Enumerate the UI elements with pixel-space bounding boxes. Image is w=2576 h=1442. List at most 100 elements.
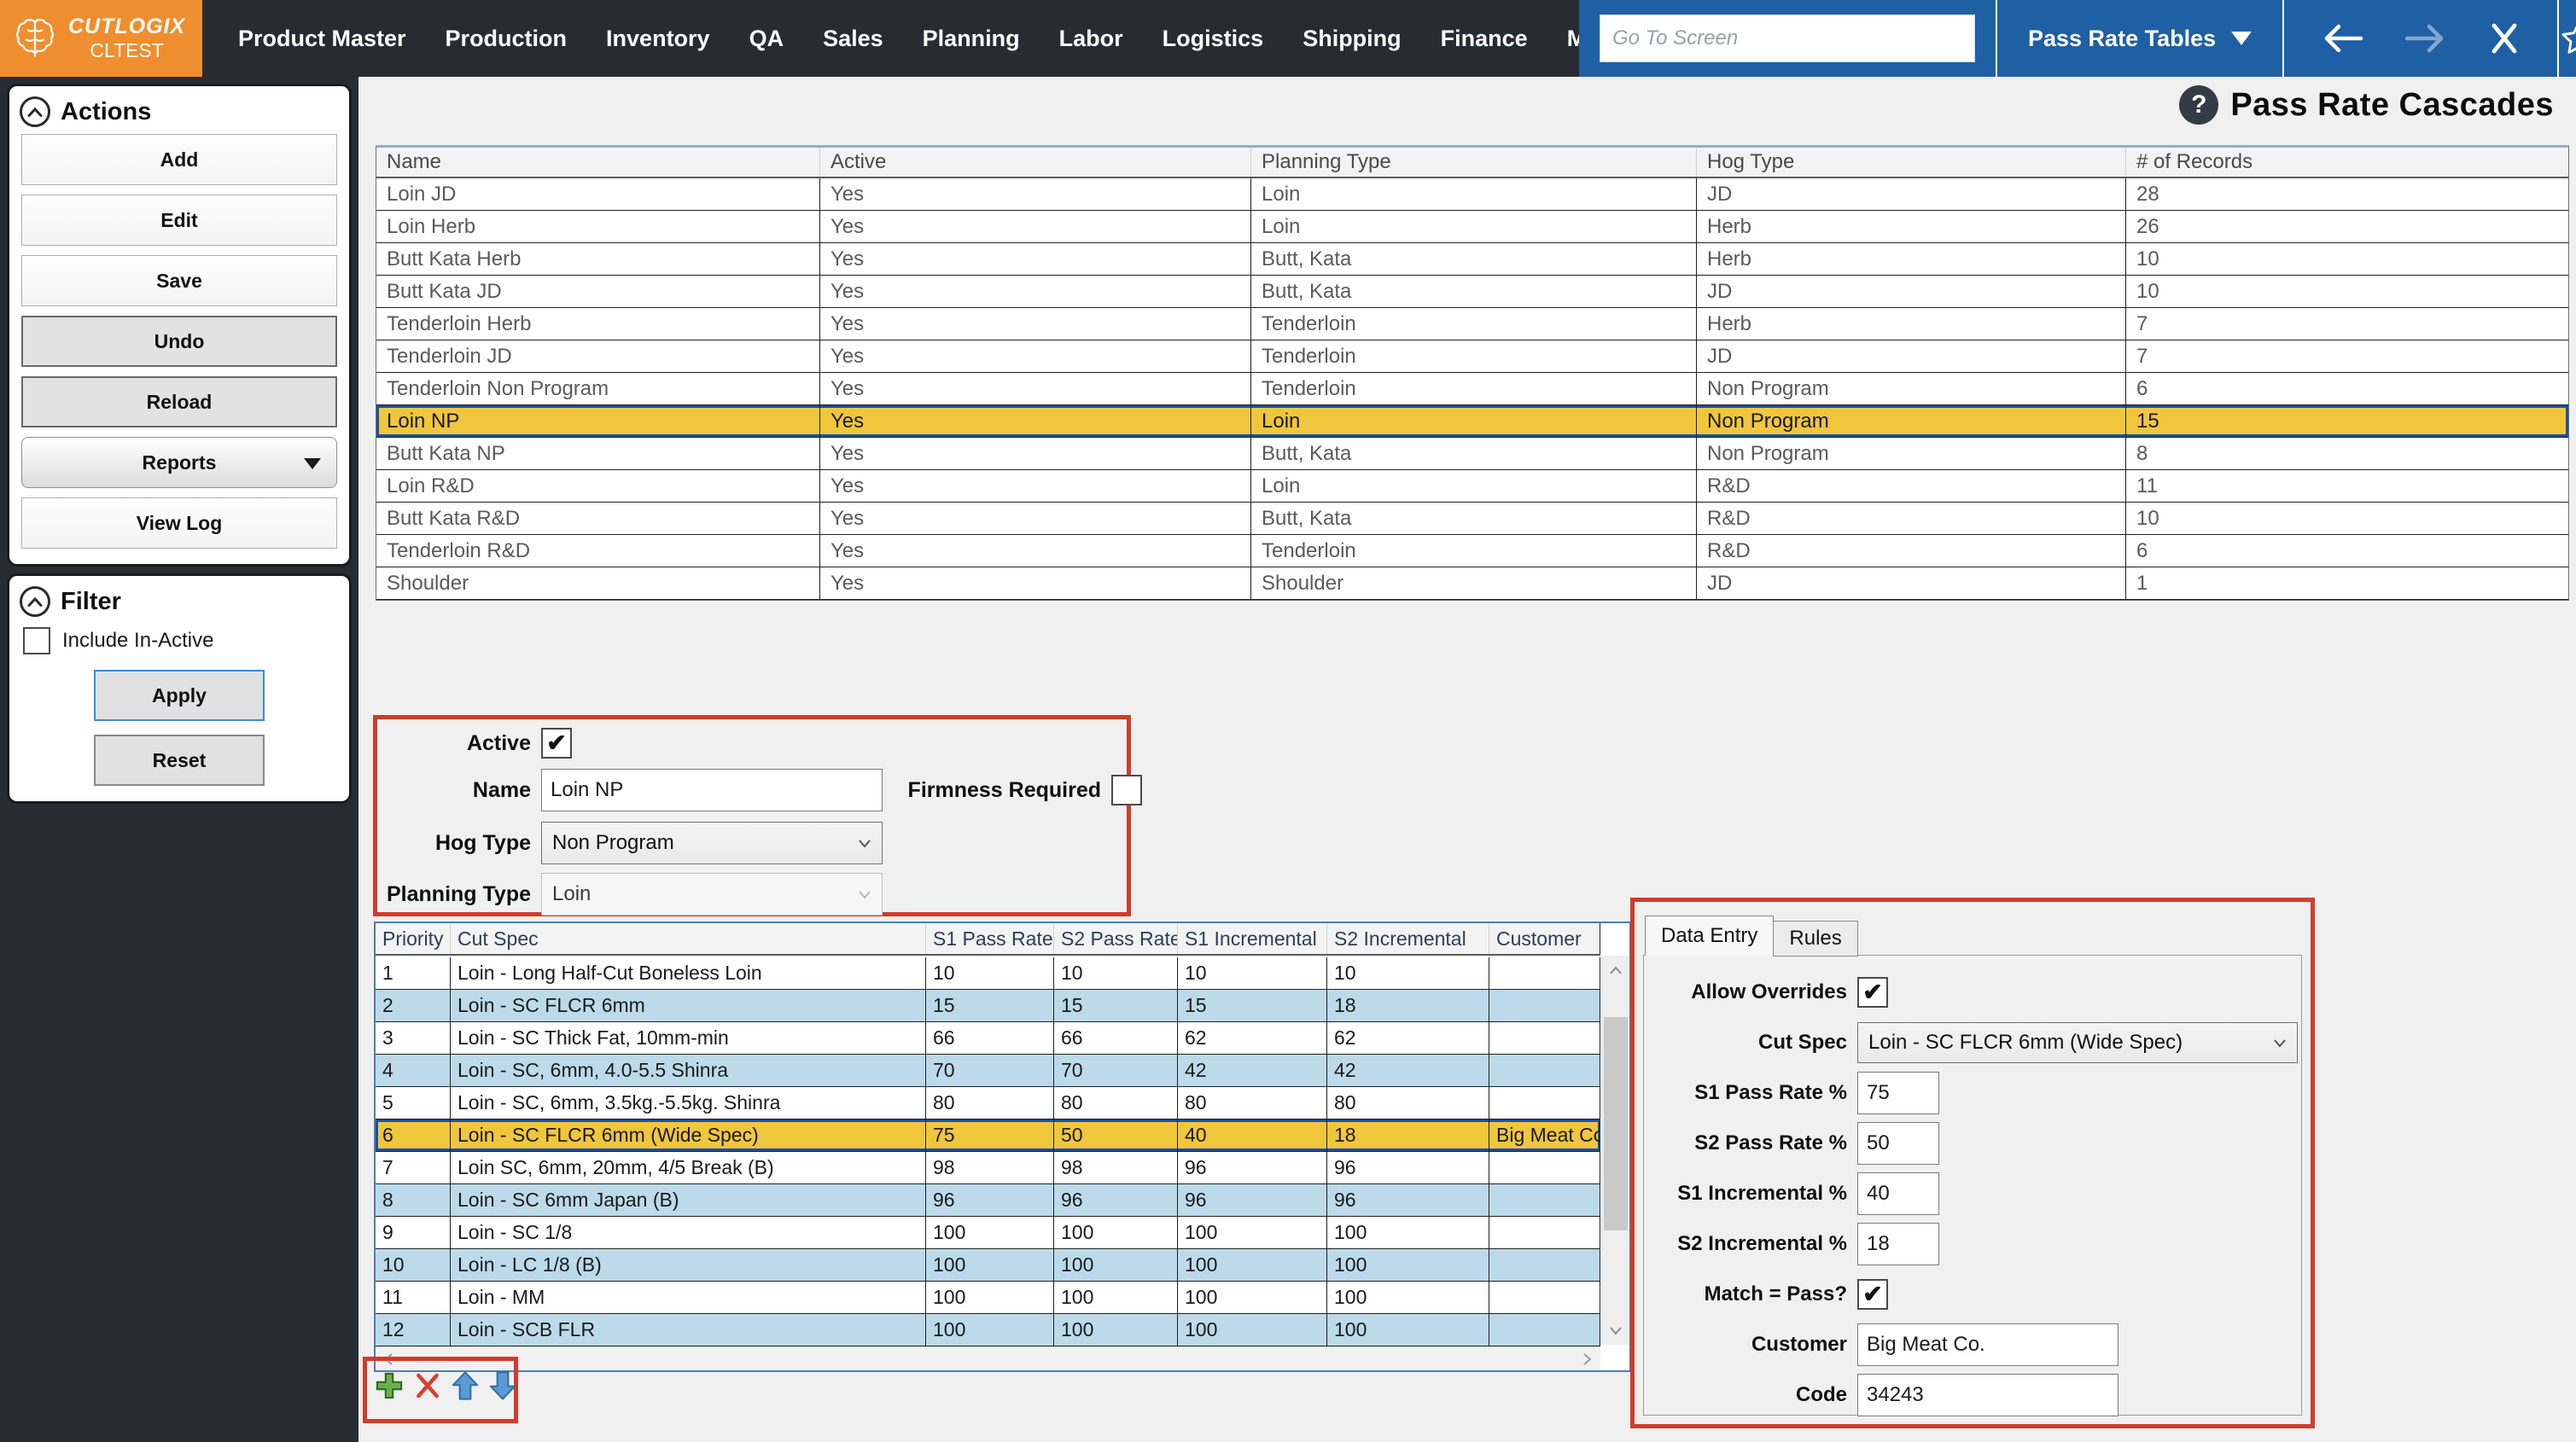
table-row[interactable]: Loin JD Yes Loin JD 28 [376,178,2568,211]
favorite-star-icon[interactable] [2559,19,2576,58]
delete-row-icon[interactable] [413,1371,442,1400]
back-arrow-icon[interactable] [2320,20,2364,56]
collapse-chevron-icon[interactable] [20,96,50,127]
undo-button[interactable]: Undo [21,316,337,367]
include-inactive-checkbox[interactable] [23,627,50,654]
reset-button[interactable]: Reset [94,735,265,786]
table-row[interactable]: 11 Loin - MM 100 100 100 100 [376,1282,1600,1314]
column-header[interactable]: S1 Pass Rate [926,923,1054,954]
table-cell: 7 [376,1152,451,1183]
tab-data-entry[interactable]: Data Entry [1645,916,1775,956]
reports-dropdown-button[interactable]: Reports [21,437,337,488]
menu-item[interactable]: Inventory [606,26,710,52]
name-row: Name Firmness Required [377,769,1142,811]
cut-spec-select[interactable]: Loin - SC FLCR 6mm (Wide Spec) [1857,1022,2298,1063]
column-header[interactable]: Hog Type [1697,148,2126,177]
s1-incremental-field[interactable] [1857,1172,1939,1215]
scrollbar-thumb[interactable] [1604,1017,1628,1230]
menu-item[interactable]: QA [749,26,784,52]
table-row[interactable]: Loin NP Yes Loin Non Program 15 [376,405,2568,438]
s2-incremental-field[interactable] [1857,1223,1939,1265]
column-header[interactable]: Active [820,148,1251,177]
table-row[interactable]: 10 Loin - LC 1/8 (B) 100 100 100 100 [376,1249,1600,1282]
screen-selector-dropdown[interactable]: Pass Rate Tables [1997,26,2282,52]
match-pass-checkbox[interactable]: ✔ [1857,1279,1888,1310]
menu-item[interactable]: Planning [923,26,1020,52]
s2-pass-rate-field[interactable] [1857,1122,1939,1165]
table-row[interactable]: 5 Loin - SC, 6mm, 3.5kg.-5.5kg. Shinra 80 8… [376,1087,1600,1119]
table-cell: 11 [376,1282,451,1313]
move-down-icon[interactable] [488,1369,517,1402]
column-header[interactable]: Priority [376,923,451,954]
view-log-button[interactable]: View Log [21,497,337,549]
table-row[interactable]: Tenderloin R&D Yes Tenderloin R&D 6 [376,535,2568,567]
table-row[interactable]: Butt Kata R&D Yes Butt, Kata R&D 10 [376,503,2568,535]
table-row[interactable]: 12 Loin - SCB FLR 100 100 100 100 [376,1314,1600,1346]
table-row[interactable]: Butt Kata NP Yes Butt, Kata Non Program 8 [376,438,2568,470]
add-row-icon[interactable] [374,1370,405,1401]
go-to-screen-input[interactable] [1600,15,1975,62]
table-row[interactable]: 4 Loin - SC, 6mm, 4.0-5.5 Shinra 70 70 42 42 [376,1055,1600,1087]
scroll-down-icon[interactable] [1602,1316,1629,1345]
firmness-required-checkbox[interactable] [1111,775,1142,805]
apply-button[interactable]: Apply [94,670,265,721]
close-icon[interactable] [2487,20,2521,56]
table-row[interactable]: Loin Herb Yes Loin Herb 26 [376,211,2568,243]
allow-overrides-checkbox[interactable]: ✔ [1857,977,1888,1008]
menu-item[interactable]: Product Master [238,26,406,52]
s1-incremental-label: S1 Incremental % [1677,1182,1847,1205]
menu-item[interactable]: Finance [1441,26,1528,52]
table-row[interactable]: 6 Loin - SC FLCR 6mm (Wide Spec) 75 50 40 18 B… [376,1119,1600,1152]
menu-item[interactable]: Production [446,26,568,52]
column-header[interactable]: S2 Incremental [1327,923,1489,954]
allow-overrides-row: Allow Overrides ✔ [1644,973,2301,1012]
name-field[interactable] [541,769,883,811]
table-cell: 100 [1054,1217,1178,1248]
customer-field[interactable] [1857,1323,2118,1366]
column-header[interactable]: Name [376,148,820,177]
menu-item[interactable]: Logistics [1163,26,1264,52]
column-header[interactable]: Customer [1489,923,1600,954]
table-row[interactable]: Shoulder Yes Shoulder JD 1 [376,567,2568,600]
table-cell: 42 [1178,1055,1327,1086]
help-icon[interactable]: ? [2179,85,2219,125]
edit-button[interactable]: Edit [21,195,337,246]
table-row[interactable]: 9 Loin - SC 1/8 100 100 100 100 [376,1217,1600,1249]
tab-rules[interactable]: Rules [1773,921,1858,956]
code-field[interactable] [1857,1374,2118,1416]
reload-button[interactable]: Reload [21,376,337,427]
horizontal-scrollbar[interactable] [376,1346,1600,1370]
table-row[interactable]: Tenderloin Herb Yes Tenderloin Herb 7 [376,308,2568,340]
active-checkbox[interactable]: ✔ [541,728,572,759]
menu-item[interactable]: Shipping [1303,26,1401,52]
menu-item[interactable]: Sales [823,26,883,52]
table-row[interactable]: 7 Loin SC, 6mm, 20mm, 4/5 Break (B) 98 98 96… [376,1152,1600,1184]
column-header[interactable]: S1 Incremental [1178,923,1327,954]
customer-row: Customer [1644,1323,2301,1366]
column-header[interactable]: Planning Type [1251,148,1697,177]
table-row[interactable]: Loin R&D Yes Loin R&D 11 [376,470,2568,503]
table-row[interactable]: 8 Loin - SC 6mm Japan (B) 96 96 96 96 [376,1184,1600,1217]
hog-type-select[interactable]: Non Program [541,822,883,864]
add-button[interactable]: Add [21,134,337,185]
s1-pass-rate-field[interactable] [1857,1072,1939,1114]
table-cell: Loin - SC FLCR 6mm (Wide Spec) [451,1119,926,1151]
move-up-icon[interactable] [451,1369,480,1402]
column-header[interactable]: # of Records [2126,148,2568,177]
forward-arrow-icon[interactable] [2404,20,2448,56]
save-button[interactable]: Save [21,255,337,306]
table-row[interactable]: 2 Loin - SC FLCR 6mm 15 15 15 18 [376,990,1600,1022]
table-row[interactable]: Tenderloin JD Yes Tenderloin JD 7 [376,340,2568,373]
vertical-scrollbar[interactable] [1601,956,1629,1345]
table-row[interactable]: Butt Kata Herb Yes Butt, Kata Herb 10 [376,243,2568,276]
menu-item[interactable]: Labor [1059,26,1123,52]
column-header[interactable]: S2 Pass Rate [1054,923,1178,954]
scroll-up-icon[interactable] [1602,956,1629,985]
table-row[interactable]: 3 Loin - SC Thick Fat, 10mm-min 66 66 62 62 [376,1022,1600,1055]
scroll-right-icon[interactable] [1582,1352,1592,1366]
collapse-chevron-icon[interactable] [20,586,50,617]
table-row[interactable]: 1 Loin - Long Half-Cut Boneless Loin 10 10 1… [376,957,1600,990]
table-row[interactable]: Butt Kata JD Yes Butt, Kata JD 10 [376,276,2568,308]
column-header[interactable]: Cut Spec [451,923,926,954]
table-row[interactable]: Tenderloin Non Program Yes Tenderloin Non P… [376,373,2568,405]
